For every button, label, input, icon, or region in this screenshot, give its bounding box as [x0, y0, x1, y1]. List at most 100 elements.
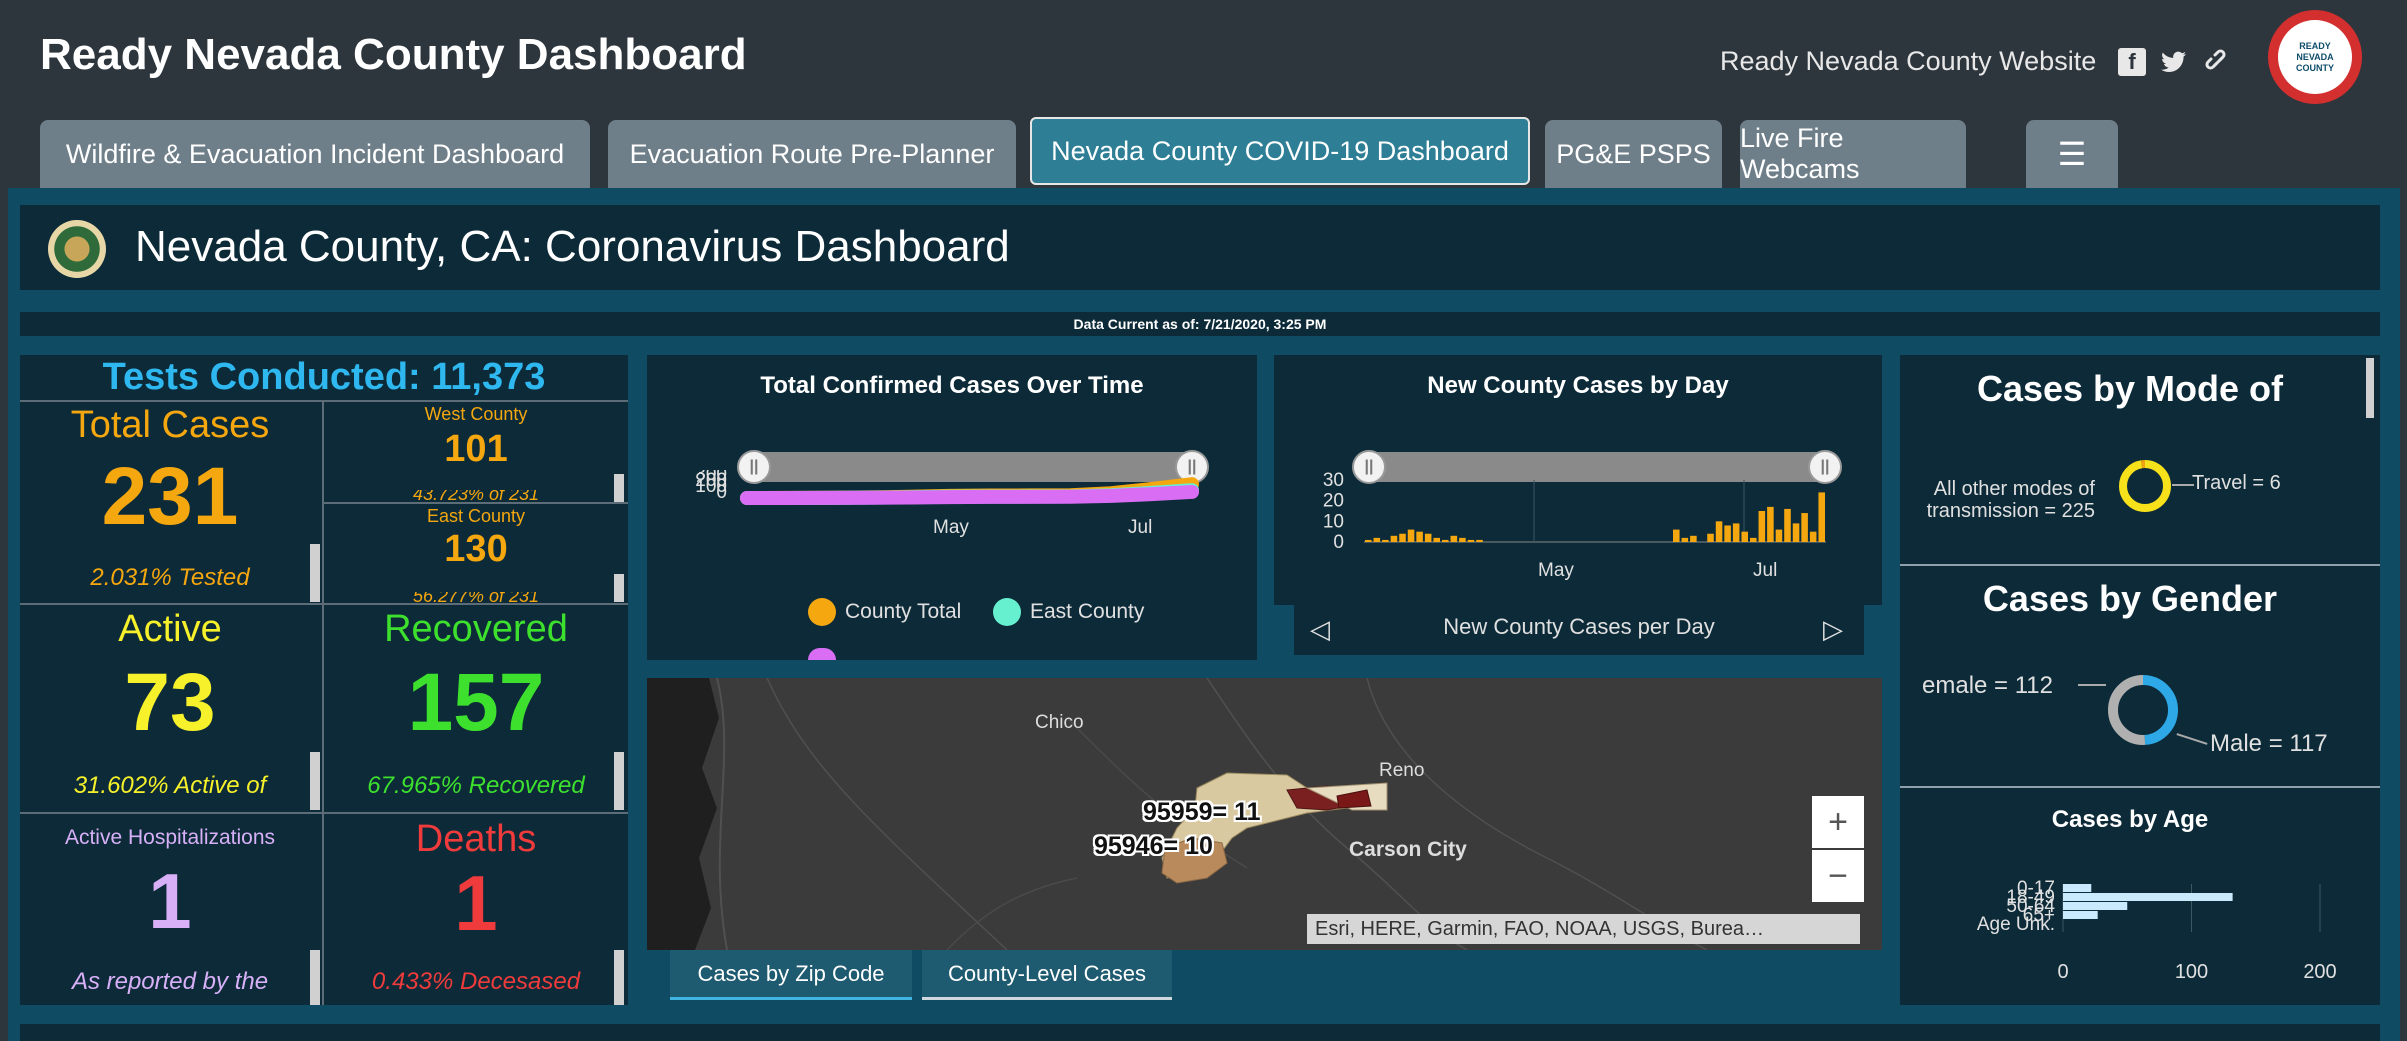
new-cases-chart: 3020100: [1323, 470, 1826, 550]
x-tick: Jul: [1753, 560, 1778, 581]
bar: [1784, 508, 1791, 542]
scrollbar[interactable]: [614, 574, 624, 602]
total-cases-value: 231: [101, 451, 239, 542]
link-icon[interactable]: [2204, 48, 2232, 76]
bar: [1809, 531, 1817, 542]
logo-text-2: NEVADA: [2296, 51, 2334, 62]
mode-donut-chart: [2119, 460, 2171, 512]
scrollbar[interactable]: [614, 752, 624, 810]
total-cases-label: Total Cases: [70, 404, 270, 446]
tab-covid-dashboard[interactable]: Nevada County COVID-19 Dashboard: [1030, 117, 1530, 185]
map-basemap: [647, 678, 1708, 950]
facebook-icon[interactable]: f: [2118, 48, 2146, 76]
legend-east-county: East County: [1030, 600, 1145, 623]
legend-swatch-east-county: [993, 598, 1021, 626]
next-arrow-icon[interactable]: ▷: [1823, 614, 1843, 645]
logo-text-1: READY: [2299, 40, 2331, 51]
recovered-value: 157: [407, 657, 545, 748]
new-cases-chart-title: New County Cases by Day: [1427, 372, 1729, 399]
map-city-reno: Reno: [1379, 760, 1425, 781]
age-chart-title: Cases by Age: [2051, 806, 2209, 833]
tab-live-fire-webcams[interactable]: Live Fire Webcams: [1740, 120, 1966, 188]
x-tick: 0: [2057, 961, 2068, 983]
zip-label-95959: 95959= 11: [1143, 798, 1261, 826]
bar: [1433, 537, 1440, 542]
mode-chart-title: Cases by Mode of: [1976, 368, 2284, 409]
zoom-in-button[interactable]: +: [1812, 796, 1864, 848]
ready-nevada-county-logo[interactable]: READY NEVADA COUNTY: [2268, 10, 2362, 104]
divider: [20, 603, 628, 605]
bar: [1792, 523, 1800, 542]
east-county-pct: 56.277% of 231: [412, 592, 540, 603]
age-bar: [2063, 911, 2098, 919]
x-tick: May: [1538, 560, 1574, 581]
y-tick: 10: [1323, 511, 1344, 532]
divider: [20, 400, 628, 402]
gender-label-female: emale = 112: [1922, 672, 2053, 699]
y-tick: 20: [1323, 491, 1344, 512]
bar: [1690, 535, 1697, 542]
scrollbar[interactable]: [310, 752, 320, 810]
map-city-chico: Chico: [1035, 712, 1084, 733]
active-label: Active: [118, 608, 222, 650]
tab-county-level-cases[interactable]: County-Level Cases: [922, 950, 1172, 1000]
bar: [1390, 535, 1398, 542]
bar: [1424, 533, 1432, 542]
hospitalizations-label: Active Hospitalizations: [64, 826, 276, 849]
tab-menu-icon[interactable]: ☰: [2026, 120, 2118, 188]
legend-county-total: County Total: [845, 600, 962, 623]
series-line: [740, 484, 1199, 505]
divider: [1900, 786, 2380, 788]
bar: [1707, 533, 1714, 542]
bar: [1732, 523, 1740, 542]
y-tick: 0: [716, 482, 727, 503]
tab-pge-psps[interactable]: PG&E PSPS: [1545, 120, 1722, 188]
active-pct: 31.602% Active of: [73, 772, 267, 799]
x-tick: Jul: [1128, 517, 1153, 538]
app-window: Ready Nevada County Dashboard Ready Neva…: [0, 0, 2407, 1041]
zoom-out-button[interactable]: −: [1812, 850, 1864, 902]
bar: [1715, 521, 1723, 542]
bar: [1467, 539, 1475, 542]
x-tick: 200: [2303, 961, 2336, 983]
age-bar-chart: 0-1718-4950-6465+Age Unk.0 100 200: [1977, 878, 2337, 983]
zip-label-95946: 95946= 10: [1094, 832, 1213, 860]
east-county-sub-clip: 56.277% of 231: [324, 592, 628, 603]
mode-label-other: All other modes of transmission = 225: [1926, 478, 2095, 522]
bar: [1365, 539, 1372, 542]
tab-wildfire-evacuation[interactable]: Wildfire & Evacuation Incident Dashboard: [40, 120, 590, 188]
bar: [1459, 537, 1466, 542]
tests-conducted: Tests Conducted: 11,373: [102, 356, 546, 398]
website-link[interactable]: Ready Nevada County Website: [1720, 46, 2096, 77]
bar: [1476, 539, 1483, 542]
bar: [1767, 506, 1774, 542]
bar: [1801, 513, 1808, 542]
scrollbar[interactable]: [614, 950, 624, 1005]
y-tick: 0: [1333, 532, 1344, 550]
bar: [1741, 531, 1748, 542]
bar: [1416, 531, 1423, 542]
map-view[interactable]: Chico Reno Carson City 95959= 11 95946= …: [647, 678, 1882, 950]
twitter-icon[interactable]: [2160, 48, 2188, 76]
bar: [1399, 533, 1406, 542]
west-county-value: 101: [444, 428, 508, 470]
logo-text-3: COUNTY: [2296, 62, 2334, 73]
scrollbar[interactable]: [310, 950, 320, 1005]
tab-cases-by-zip[interactable]: Cases by Zip Code: [670, 950, 912, 1000]
bottom-panel: [20, 1024, 2380, 1041]
divider: [1900, 564, 2380, 566]
bar: [1673, 529, 1680, 542]
bar: [1681, 537, 1689, 542]
donut-slice: [2119, 460, 2171, 512]
active-value: 73: [124, 657, 216, 748]
bar: [1382, 539, 1389, 542]
tab-evacuation-route[interactable]: Evacuation Route Pre-Planner: [608, 120, 1016, 188]
gender-chart-title: Cases by Gender: [1982, 578, 2278, 619]
scrollbar[interactable]: [310, 544, 320, 602]
bar: [1775, 529, 1783, 542]
scrollbar[interactable]: [2366, 358, 2374, 418]
bar: [1818, 492, 1825, 542]
map-city-carson: Carson City: [1349, 838, 1467, 861]
scrollbar[interactable]: [614, 474, 624, 502]
east-county-value: 130: [444, 528, 508, 570]
